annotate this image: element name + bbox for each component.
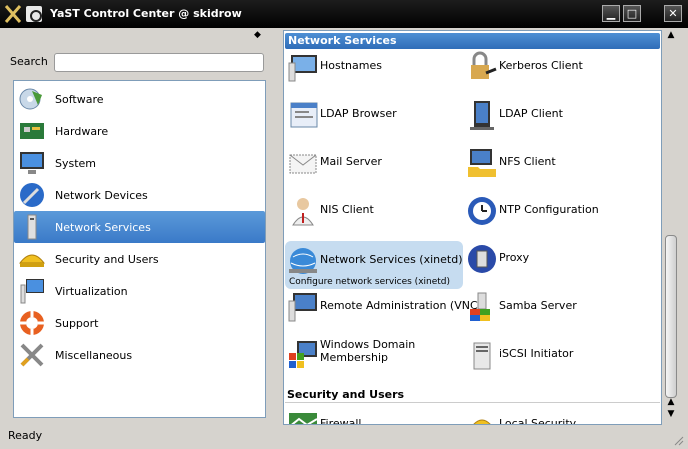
- module-local-security[interactable]: Local Security: [464, 405, 642, 425]
- category-label: Software: [55, 93, 104, 106]
- module-label: NIS Client: [320, 203, 374, 216]
- module-label: LDAP Client: [499, 107, 563, 120]
- status-text: Ready: [8, 429, 43, 442]
- module-remote-administration-vnc[interactable]: Remote Administration (VNC): [285, 287, 482, 327]
- module-label: Hostnames: [320, 59, 382, 72]
- software-icon: [19, 88, 42, 110]
- group-header-security-and-users: Security and Users: [287, 388, 405, 401]
- scroll-down-icon[interactable]: ▲ ▼: [664, 396, 678, 424]
- window-title: YaST Control Center @ skidrow: [50, 7, 242, 20]
- module-iscsi-initiator[interactable]: iSCSI Initiator: [464, 335, 642, 375]
- category-software[interactable]: Software: [14, 83, 265, 115]
- module-proxy[interactable]: Proxy: [464, 239, 642, 279]
- windows-domain-icon: [289, 341, 317, 368]
- network-devices-icon: [20, 183, 44, 207]
- scroll-thumb[interactable]: [665, 235, 677, 398]
- category-hardware[interactable]: Hardware: [14, 115, 265, 147]
- nis-icon: [292, 198, 314, 226]
- category-list: Software Hardware System Network Devices…: [13, 80, 266, 418]
- kde-logo-icon: [4, 5, 22, 23]
- category-security-and-users[interactable]: Security and Users: [14, 243, 265, 275]
- group-divider: [285, 402, 660, 403]
- samba-icon: [470, 292, 490, 321]
- category-label: Network Devices: [55, 189, 148, 202]
- iscsi-icon: [473, 342, 491, 370]
- scroll-up-icon[interactable]: ▲: [664, 30, 678, 44]
- ntp-icon: [468, 197, 496, 225]
- category-label: Support: [55, 317, 99, 330]
- module-label: Windows Domain Membership: [320, 338, 416, 364]
- module-ldap-client[interactable]: LDAP Client: [464, 95, 642, 135]
- module-firewall[interactable]: Firewall: [285, 405, 463, 425]
- module-samba-server[interactable]: Samba Server: [464, 287, 642, 327]
- panel-splitter[interactable]: [276, 30, 280, 425]
- category-label: Miscellaneous: [55, 349, 133, 362]
- category-virtualization[interactable]: Virtualization: [14, 275, 265, 307]
- xinetd-icon: [289, 248, 317, 274]
- resize-grip-icon[interactable]: [672, 434, 684, 446]
- window-menu-icon[interactable]: [26, 6, 42, 22]
- category-network-devices[interactable]: Network Devices: [14, 179, 265, 211]
- miscellaneous-icon: [20, 343, 44, 367]
- module-label: Kerberos Client: [499, 59, 583, 72]
- title-bar: YaST Control Center @ skidrow ▁ □ ✕: [0, 0, 688, 28]
- maximize-button[interactable]: □: [623, 5, 641, 22]
- category-system[interactable]: System: [14, 147, 265, 179]
- module-label: Firewall: [320, 417, 362, 425]
- ldap-client-icon: [470, 101, 494, 130]
- category-label: Security and Users: [55, 253, 159, 266]
- module-hostnames[interactable]: Hostnames: [285, 47, 463, 87]
- module-ntp-configuration[interactable]: NTP Configuration: [464, 191, 642, 231]
- module-nis-client[interactable]: NIS Client: [285, 191, 463, 231]
- module-label: Remote Administration (VNC): [320, 299, 482, 312]
- module-kerberos-client[interactable]: Kerberos Client: [464, 47, 642, 87]
- search-input[interactable]: [54, 53, 264, 72]
- module-description: Configure network services (xinetd): [289, 277, 451, 287]
- module-scrollbar[interactable]: ▲ ▲ ▼: [663, 30, 679, 425]
- nfs-icon: [468, 149, 496, 177]
- network-services-icon: [27, 214, 37, 240]
- vnc-icon: [288, 293, 317, 322]
- module-label: Mail Server: [320, 155, 382, 168]
- hostnames-icon: [288, 55, 317, 82]
- category-label: Virtualization: [55, 285, 128, 298]
- category-label: Hardware: [55, 125, 109, 138]
- virtualization-icon: [20, 279, 44, 304]
- module-label: LDAP Browser: [320, 107, 397, 120]
- module-label: Local Security: [499, 417, 577, 425]
- category-support[interactable]: Support: [14, 307, 265, 339]
- module-network-services-xinetd[interactable]: Network Services (xinetd) Configure netw…: [285, 241, 463, 289]
- module-ldap-browser[interactable]: LDAP Browser: [285, 95, 463, 135]
- module-panel: Network Services Hostnames Kerberos Clie…: [283, 30, 662, 425]
- module-mail-server[interactable]: Mail Server: [285, 143, 463, 183]
- category-network-services[interactable]: Network Services: [14, 211, 265, 243]
- mail-icon: [289, 154, 317, 174]
- category-label: Network Services: [55, 221, 151, 234]
- ldap-browser-icon: [290, 102, 318, 128]
- proxy-icon: [468, 245, 496, 273]
- local-security-icon: [473, 419, 491, 424]
- hardware-icon: [20, 123, 44, 139]
- support-icon: [20, 311, 44, 335]
- module-label: Samba Server: [499, 299, 577, 312]
- security-icon: [18, 254, 46, 267]
- firewall-icon: [289, 413, 318, 424]
- module-label: Network Services (xinetd): [320, 253, 463, 266]
- module-windows-domain-membership[interactable]: Windows Domain Membership: [285, 335, 463, 375]
- module-label: iSCSI Initiator: [499, 347, 574, 360]
- search-options-icon[interactable]: ◆: [254, 30, 261, 40]
- module-label: Proxy: [499, 251, 530, 264]
- category-miscellaneous[interactable]: Miscellaneous: [14, 339, 265, 371]
- close-button[interactable]: ✕: [664, 5, 682, 22]
- system-icon: [20, 152, 44, 174]
- module-label: NFS Client: [499, 155, 556, 168]
- minimize-button[interactable]: ▁: [602, 5, 620, 22]
- search-label: Search: [10, 55, 48, 68]
- module-nfs-client[interactable]: NFS Client: [464, 143, 642, 183]
- category-label: System: [55, 157, 97, 170]
- kerberos-icon: [471, 51, 497, 79]
- module-label: NTP Configuration: [499, 203, 599, 216]
